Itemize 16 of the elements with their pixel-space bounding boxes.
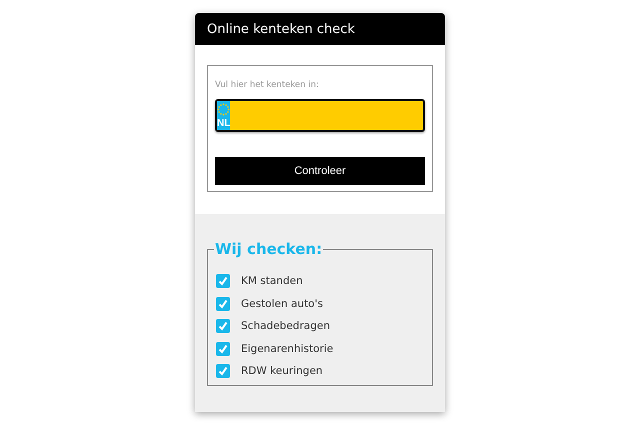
stars-icon (217, 103, 230, 116)
checkbox[interactable] (216, 274, 230, 288)
country-code: NL (217, 118, 230, 129)
check-button[interactable]: Controleer (215, 157, 425, 185)
checkbox[interactable] (216, 296, 230, 311)
checkbox[interactable] (216, 319, 230, 334)
checkbox[interactable] (216, 342, 230, 356)
section-title: Wij checken: (214, 240, 324, 258)
window-title: Online kenteken check (195, 13, 445, 45)
check-label: Schadebedragen (241, 320, 330, 332)
check-label: Eigenarenhistorie (241, 342, 334, 355)
check-label: RDW keuringen (241, 365, 323, 378)
check-label: KM standen (241, 275, 303, 288)
field-label: Vul hier het kenteken in: (215, 80, 320, 90)
check-label: Gestolen auto's (241, 298, 323, 310)
checkbox[interactable] (216, 364, 230, 378)
